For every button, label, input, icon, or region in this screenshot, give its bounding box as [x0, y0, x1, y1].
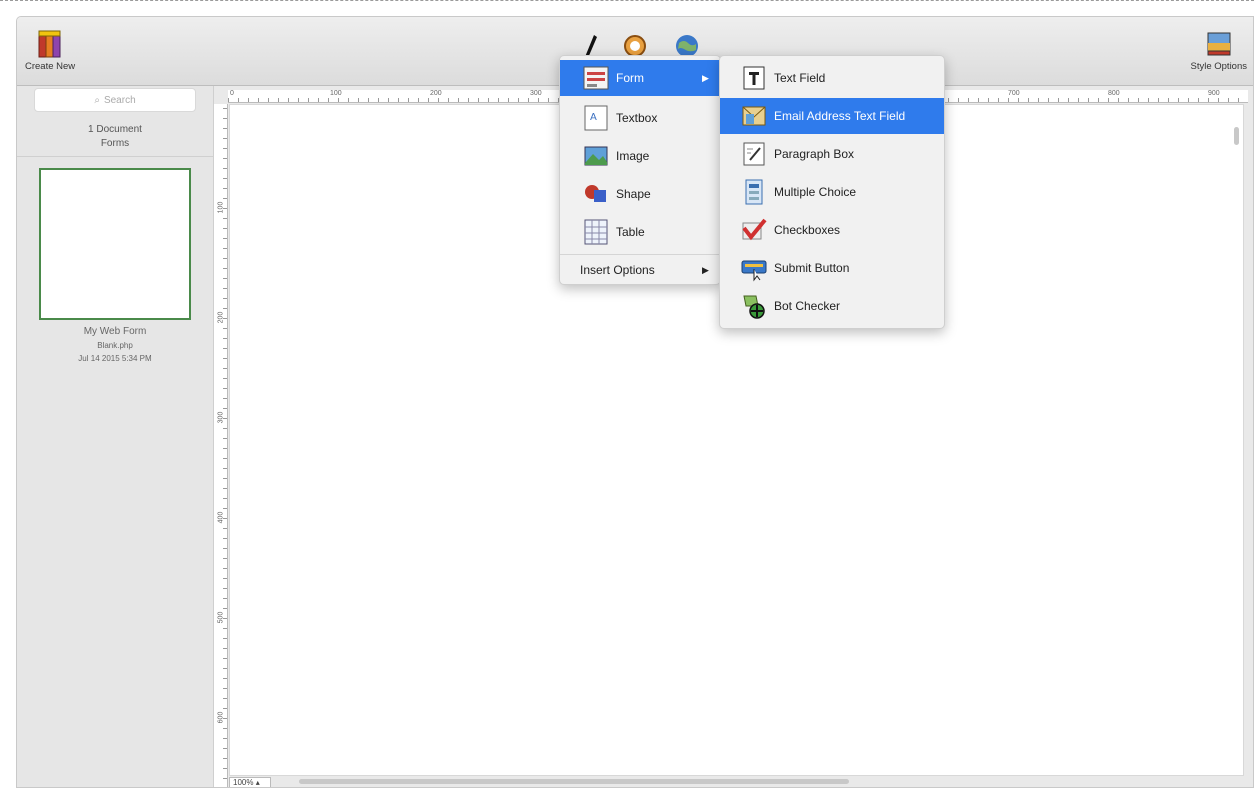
ruler-tick: 300 — [530, 90, 542, 97]
shape-icon — [582, 180, 610, 208]
submenu-arrow-icon: ▶ — [702, 264, 709, 275]
menu-item-label: Bot Checker — [774, 299, 841, 313]
sidebar: ⌕ Search 1 Document Forms My Web Form Bl… — [17, 86, 214, 787]
submenu-item-email-field[interactable]: Email Address Text Field — [720, 98, 944, 134]
menu-item-label: Form — [616, 71, 644, 85]
submenu-arrow-icon: ▶ — [702, 72, 709, 83]
menu-item-table[interactable]: Table — [560, 214, 645, 250]
ruler-tick: 100 — [330, 90, 342, 97]
ruler-tick: 400 — [217, 511, 225, 524]
form-submenu: Text Field Email Address Text Field Para… — [719, 55, 945, 329]
menu-item-label: Submit Button — [774, 261, 850, 275]
document-date: Jul 14 2015 5:34 PM — [78, 354, 152, 363]
menu-item-label: Textbox — [616, 111, 658, 125]
svg-text:A: A — [590, 112, 597, 123]
ruler-tick: 300 — [217, 411, 225, 424]
style-options-label: Style Options — [1190, 61, 1248, 72]
menu-item-label: Checkboxes — [774, 223, 841, 237]
ruler-tick: 500 — [217, 611, 225, 624]
document-name: My Web Form — [83, 326, 147, 337]
sidebar-divider — [17, 156, 213, 157]
menu-item-form[interactable]: Form ▶ — [560, 60, 720, 96]
search-icon: ⌕ — [94, 94, 100, 106]
horizontal-scrollbar[interactable] — [299, 779, 849, 784]
document-count: 1 Document — [88, 124, 142, 135]
submenu-item-checkboxes[interactable]: Checkboxes — [720, 212, 840, 248]
ruler-tick: 900 — [1208, 90, 1220, 97]
submenu-item-bot-checker[interactable]: Bot Checker — [720, 288, 840, 324]
menu-item-label: Table — [616, 225, 645, 239]
menu-item-label: Paragraph Box — [774, 147, 855, 161]
submenu-item-paragraph-box[interactable]: Paragraph Box — [720, 136, 854, 172]
paint-palette-icon — [1207, 32, 1231, 56]
image-icon — [582, 142, 610, 170]
insert-menu: Form ▶ A Textbox Image Shape Table Inser… — [559, 55, 721, 285]
multiple-choice-icon — [740, 178, 768, 206]
submit-button-icon — [740, 254, 768, 282]
document-file: Blank.php — [97, 341, 133, 350]
menu-item-textbox[interactable]: A Textbox — [560, 100, 657, 136]
menu-item-label: Email Address Text Field — [774, 109, 906, 123]
style-options-button[interactable]: Style Options — [1190, 29, 1248, 72]
email-field-icon — [740, 102, 768, 130]
vertical-scrollbar[interactable] — [1234, 127, 1239, 145]
textbox-icon: A — [582, 104, 610, 132]
submenu-item-text-field[interactable]: Text Field — [720, 60, 825, 96]
zoom-value: 100% — [233, 777, 254, 787]
menu-separator — [560, 254, 720, 255]
zoom-select[interactable]: 100% ▴ — [229, 776, 271, 787]
table-icon — [582, 218, 610, 246]
ruler-tick: 200 — [217, 311, 225, 324]
ruler-tick: 700 — [1008, 90, 1020, 97]
ruler-tick: 800 — [1108, 90, 1120, 97]
document-thumbnail[interactable] — [39, 168, 191, 320]
ruler-tick: 100 — [217, 201, 225, 214]
create-new-button[interactable]: Create New — [25, 29, 75, 72]
top-dashed-border — [0, 0, 1254, 8]
menu-item-image[interactable]: Image — [560, 138, 649, 174]
submenu-item-submit-button[interactable]: Submit Button — [720, 250, 849, 286]
menu-item-label: Shape — [616, 187, 651, 201]
vertical-ruler: 100 200 300 400 500 600 — [214, 104, 228, 787]
status-bar: 100% ▴ — [229, 776, 271, 787]
book-stack-icon — [38, 30, 61, 58]
menu-item-shape[interactable]: Shape — [560, 176, 651, 212]
checkboxes-icon — [740, 216, 768, 244]
menu-item-label: Insert Options — [580, 263, 655, 277]
ruler-tick: 200 — [430, 90, 442, 97]
document-category: Forms — [100, 138, 130, 149]
create-new-label: Create New — [25, 61, 76, 72]
bot-checker-icon — [740, 292, 768, 320]
search-input[interactable]: ⌕ Search — [34, 88, 196, 112]
text-field-icon — [740, 64, 768, 92]
ruler-tick: 0 — [230, 90, 234, 97]
menu-item-insert-options[interactable]: Insert Options ▶ — [560, 257, 720, 283]
submenu-item-multiple-choice[interactable]: Multiple Choice — [720, 174, 856, 210]
paragraph-box-icon — [740, 140, 768, 168]
menu-item-label: Text Field — [774, 71, 826, 85]
menu-item-label: Image — [616, 149, 650, 163]
ruler-tick: 600 — [217, 711, 225, 724]
form-icon — [582, 64, 610, 92]
menu-item-label: Multiple Choice — [774, 185, 857, 199]
search-placeholder: Search — [103, 94, 136, 106]
